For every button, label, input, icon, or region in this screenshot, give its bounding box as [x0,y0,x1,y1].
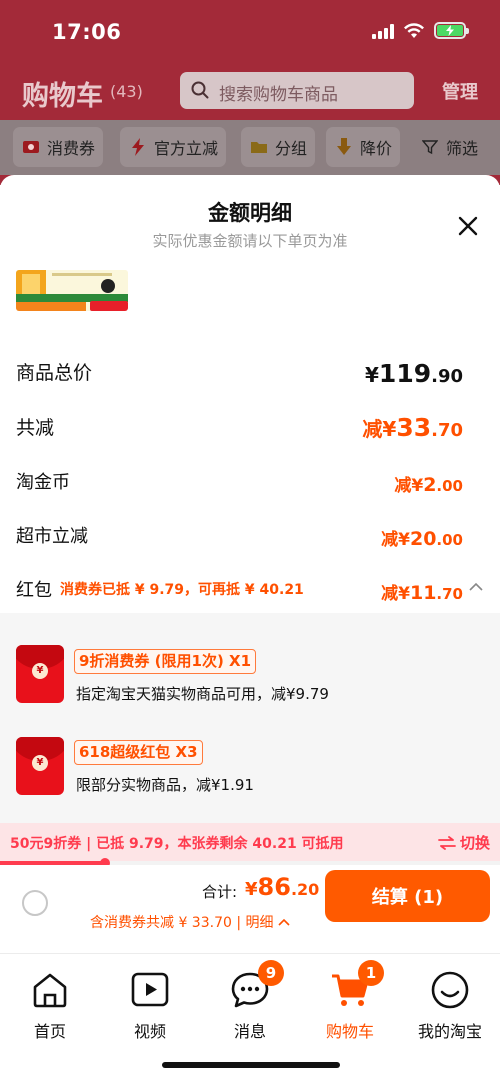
tab-label: 首页 [33,1022,66,1041]
tab-label: 我的淘宝 [417,1022,482,1041]
tab-bar: 首页 视频 9 消息 1 购物车 我的淘宝 [0,953,500,1083]
total-label: 合计: [202,883,238,901]
sheet-subtitle: 实际优惠金额请以下单页为准 [152,232,348,250]
search-icon [191,81,209,99]
red-envelope-icon: ¥ [16,737,64,795]
tab-home[interactable]: 首页 [0,964,100,1042]
profile-icon [430,970,470,1010]
signal-icon [372,23,394,39]
red-envelope-icon: ¥ [16,645,64,703]
wifi-icon [404,22,424,38]
chip-label: 消费券 [47,139,96,158]
select-all-radio[interactable] [22,890,48,916]
page-title: 购物车 [22,81,103,112]
checkout-button[interactable]: 结算 (1) [325,870,490,922]
row-value-total-discount: 减¥33.70 [362,413,463,442]
battery-icon [434,22,469,39]
tab-label: 消息 [233,1022,266,1041]
manage-button[interactable]: 管理 [442,78,478,104]
row-label-taojinbi: 淘金币 [16,472,70,493]
chip-label: 官方立减 [154,139,219,158]
status-bar: 17:06 [0,0,500,62]
row-label-supermarket: 超市立减 [16,526,88,547]
message-icon: 9 [230,960,284,1010]
tab-label: 购物车 [325,1022,374,1041]
chevron-up-icon [278,918,290,926]
sheet-title: 金额明细 [208,201,292,225]
cart-header: 购物车 (43) 搜索购物车商品 管理 [0,62,500,118]
chip-filter[interactable]: 筛选 [412,127,486,167]
home-indicator [162,1062,340,1068]
chip-official-discount[interactable]: 官方立减 [120,127,227,167]
chip-group[interactable]: 分组 [241,127,316,167]
filter-icon [420,137,440,157]
strip-text: 50元9折券 | 已抵 9.79，本张券剩余 40.21 可抵用 [10,836,344,852]
message-badge: 9 [258,960,284,986]
amount-detail-sheet: 金额明细 实际优惠金额请以下单页为准 商品总价 ¥119.90 共减 减¥33.… [0,175,500,953]
total-value: ¥86.20 [245,873,320,901]
chip-label: 筛选 [446,139,479,158]
price-drop-icon [334,137,354,157]
chip-price-drop[interactable]: 降价 [326,127,401,167]
checkout-bar: 合计: ¥86.20 含消费券共减 ¥ 33.70 | 明细 结算 (1) [0,865,500,953]
tab-cart[interactable]: 1 购物车 [300,960,400,1042]
status-time: 17:06 [52,20,122,44]
top-area: 17:06 购物车 (43) 搜索购物车商品 管理 消费券 官方立减 分组 降价… [0,0,500,185]
folder-icon [249,137,269,157]
video-icon [130,970,170,1010]
discount-summary[interactable]: 含消费券共减 ¥ 33.70 | 明细 [90,912,290,932]
tab-profile[interactable]: 我的淘宝 [400,964,500,1042]
coupon-icon [21,137,41,157]
row-value-hongbao[interactable]: 减¥11.70 [381,579,463,604]
tab-messages[interactable]: 9 消息 [200,960,300,1042]
switch-icon [438,835,456,850]
hongbao-note: 消费券已抵 ¥ 9.79，可再抵 ¥ 40.21 [60,582,304,598]
row-value-supermarket: 减¥20.00 [381,528,463,550]
chip-label: 分组 [275,139,308,158]
filter-chip-row: 消费券 官方立减 分组 降价 筛选 [0,120,500,175]
product-thumbnail [16,270,128,311]
row-value-total: ¥119.90 [365,359,463,388]
cart-count: (43) [110,82,143,101]
search-input[interactable]: 搜索购物车商品 [180,72,414,109]
coupon-usage-strip: 50元9折券 | 已抵 9.79，本张券剩余 40.21 可抵用 切换 [0,823,500,861]
coupon-desc: 限部分实物商品，减¥1.91 [76,776,254,794]
coupon-desc: 指定淘宝天猫实物商品可用，减¥9.79 [76,685,329,703]
chip-coupon[interactable]: 消费券 [13,127,104,167]
chevron-up-icon[interactable] [468,581,484,593]
chip-label: 降价 [360,139,393,158]
cart-icon: 1 [330,960,384,1010]
lightning-icon [128,137,148,157]
close-icon[interactable] [456,214,480,238]
status-icons [372,22,469,39]
cart-badge: 1 [358,960,384,986]
search-placeholder: 搜索购物车商品 [219,85,338,105]
coupon-tag: 618超级红包 X3 [74,740,203,765]
coupon-tag: 9折消费券 (限用1次) X1 [74,649,257,674]
coupon-panel: ¥ 9折消费券 (限用1次) X1 指定淘宝天猫实物商品可用，减¥9.79 ¥ … [0,613,500,823]
row-value-taojinbi: 减¥2.00 [394,474,463,496]
row-label-total: 商品总价 [16,362,93,384]
switch-button[interactable]: 切换 [438,832,490,853]
home-icon [30,970,70,1010]
row-label-hongbao[interactable]: 红包 [16,576,52,602]
row-label-total-discount: 共减 [16,417,55,439]
tab-video[interactable]: 视频 [100,964,200,1042]
tab-label: 视频 [133,1022,166,1041]
